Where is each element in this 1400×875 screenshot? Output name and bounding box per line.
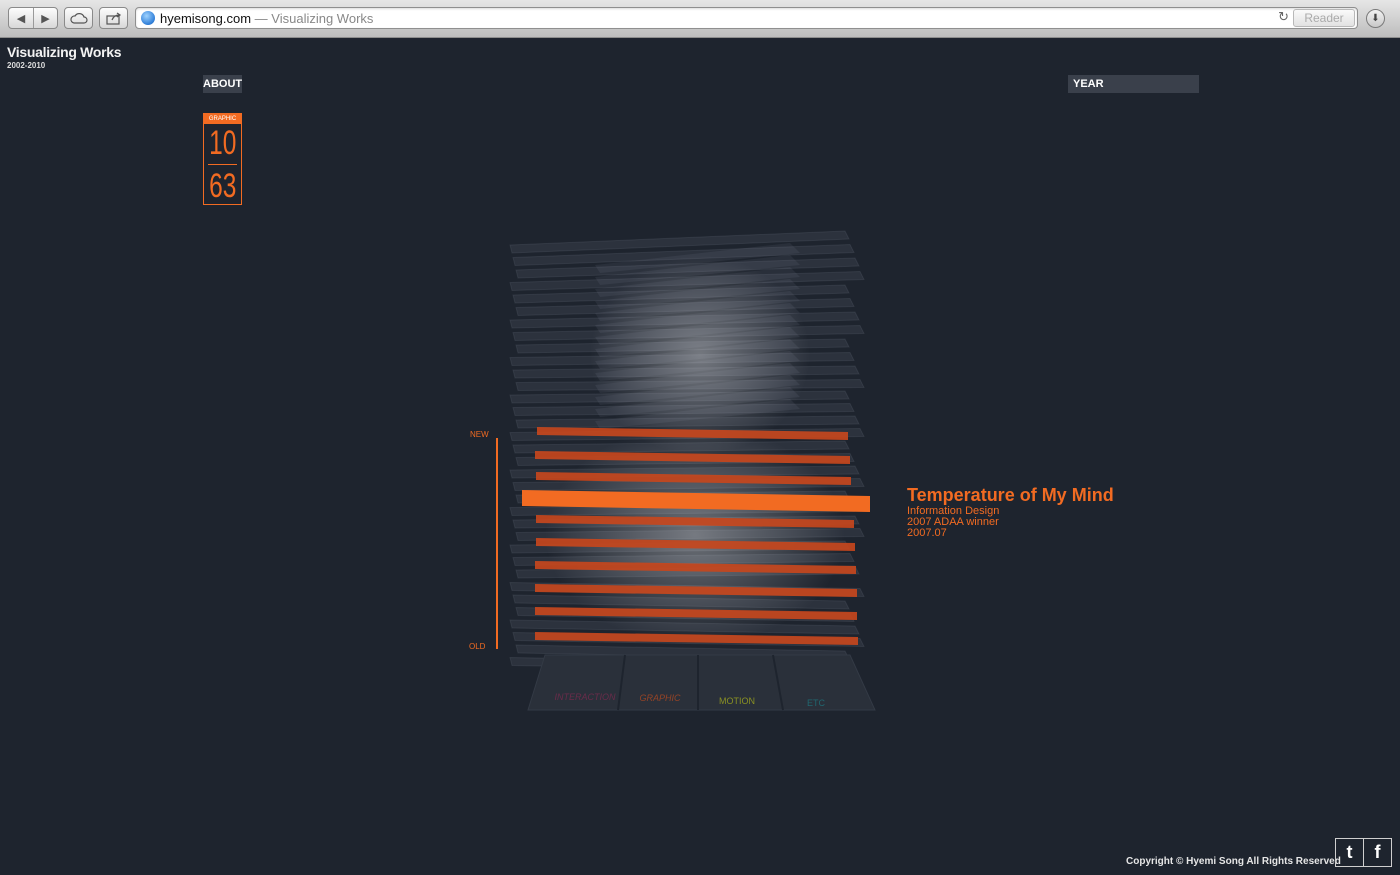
works-stack-visualization[interactable]: INTERACTION GRAPHIC MOTION ETC [500, 215, 900, 715]
timeline-axis [496, 438, 498, 649]
category-graphic[interactable]: GRAPHIC [639, 693, 681, 703]
back-icon[interactable]: ◀ [9, 8, 33, 28]
timeline-old-label: OLD [469, 642, 486, 651]
selected-work-date: 2007.07 [907, 527, 947, 539]
site-years: 2002-2010 [7, 61, 46, 70]
share-icon[interactable] [99, 7, 128, 29]
counter-current: 10 [209, 124, 237, 162]
counter-divider [208, 164, 237, 165]
category-etc[interactable]: ETC [807, 698, 826, 708]
copyright-text: Copyright © Hyemi Song All Rights Reserv… [1126, 856, 1341, 867]
facebook-icon[interactable]: f [1363, 838, 1392, 867]
url-domain: hyemisong.com [160, 11, 252, 26]
counter-total: 63 [209, 167, 237, 205]
counter-category: GRAPHIC [204, 114, 241, 124]
browser-toolbar: ◀ ▶ hyemisong.com — Visualizing Works ↻ … [0, 0, 1400, 38]
nav-buttons: ◀ ▶ [8, 7, 58, 29]
globe-icon [141, 11, 155, 25]
download-icon[interactable]: ⬇ [1366, 9, 1385, 28]
category-motion[interactable]: MOTION [719, 696, 755, 706]
url-separator: — [251, 11, 272, 26]
timeline-new-label: NEW [470, 430, 489, 439]
selected-work-title[interactable]: Temperature of My Mind [907, 485, 1114, 506]
twitter-icon[interactable]: t [1335, 838, 1364, 867]
about-button[interactable]: ABOUT [203, 75, 242, 93]
forward-icon[interactable]: ▶ [33, 8, 57, 28]
address-bar[interactable]: hyemisong.com — Visualizing Works ↻ Read… [135, 7, 1358, 29]
url-page-title: Visualizing Works [271, 11, 374, 26]
work-counter: GRAPHIC 10 63 [203, 113, 242, 205]
site-title: Visualizing Works [7, 44, 122, 60]
year-button[interactable]: YEAR [1068, 75, 1199, 93]
reload-icon[interactable]: ↻ [1278, 10, 1289, 25]
category-interaction[interactable]: INTERACTION [554, 692, 616, 702]
icloud-icon[interactable] [64, 7, 93, 29]
reader-button[interactable]: Reader [1293, 9, 1355, 27]
